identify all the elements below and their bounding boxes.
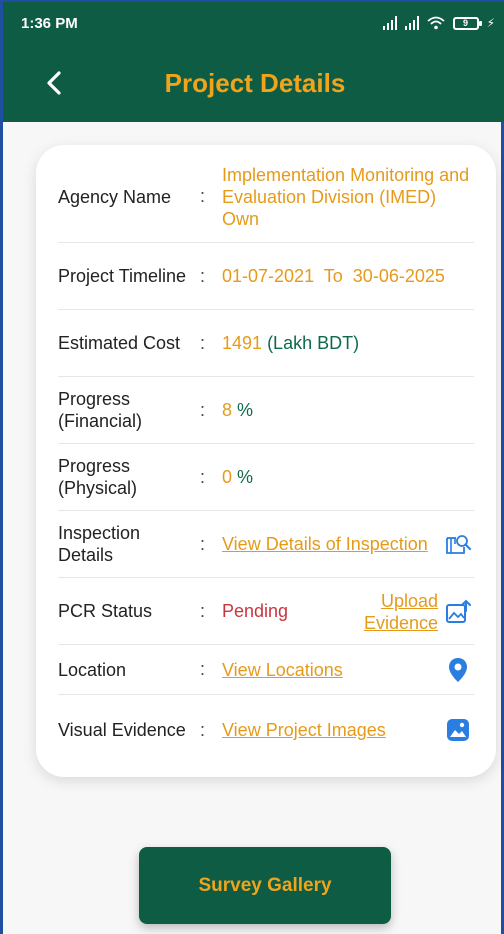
location-value: View Locations (222, 659, 474, 681)
app-bar: Project Details (3, 44, 504, 122)
financial-row: Progress (Financial) : 8 % (58, 377, 474, 444)
financial-amount: 8 (222, 400, 233, 420)
physical-amount: 0 (222, 467, 233, 487)
status-icons: 9 ⚡ (382, 16, 495, 30)
chevron-left-icon (47, 71, 61, 95)
physical-row: Progress (Physical) : 0 % (58, 444, 474, 511)
image-upload-icon (446, 599, 471, 623)
upload-icon[interactable] (444, 598, 472, 626)
physical-label: Progress (Physical) (58, 456, 138, 498)
map-pin-icon (449, 657, 467, 682)
colon: : (200, 659, 206, 679)
view-locations-link[interactable]: View Locations (222, 660, 343, 680)
colon: : (200, 466, 206, 487)
cost-amount: 1491 (222, 333, 263, 353)
visual-label: Visual Evidence (58, 720, 186, 740)
wifi-icon (426, 16, 445, 30)
inspection-row: Inspection Details : View Details of Ins… (58, 511, 474, 578)
location-pin-icon[interactable] (444, 656, 472, 684)
pcr-label: PCR Status (58, 601, 153, 621)
timeline-start: 01-07-2021 (222, 266, 315, 286)
colon: : (200, 399, 206, 420)
inspection-value: View Details of Inspection (222, 533, 474, 555)
colon: : (200, 332, 206, 353)
cost-label: Estimated Cost (58, 333, 181, 353)
location-label: Location (58, 659, 127, 680)
financial-unit: % (237, 400, 254, 420)
cost-value: 1491 (Lakh BDT) (222, 332, 474, 354)
view-inspection-link[interactable]: View Details of Inspection (222, 534, 428, 554)
image-icon (447, 719, 469, 741)
status-bar: 1:36 PM 9 ⚡ (3, 2, 504, 44)
pcr-row: PCR Status : Pending Upload Evidence (58, 578, 474, 645)
back-button[interactable] (39, 68, 69, 98)
signal-icon-2 (404, 16, 419, 30)
timeline-row: Project Timeline : 01-07-2021 To 30-06-2… (58, 243, 474, 310)
visual-value: View Project Images (222, 719, 474, 741)
gallery-icon[interactable] (444, 716, 472, 744)
visual-row: Visual Evidence : View Project Images (58, 695, 474, 765)
inspection-icon[interactable] (444, 530, 472, 558)
cost-row: Estimated Cost : 1491 (Lakh BDT) (58, 310, 474, 377)
inspection-label: Inspection Details (58, 523, 141, 565)
physical-value: 0 % (222, 466, 474, 488)
battery-icon: 9 (452, 16, 482, 30)
colon: : (200, 719, 206, 740)
financial-value: 8 % (222, 399, 474, 421)
page-title: Project Details (164, 67, 346, 98)
agency-row: Agency Name : Implementation Monitoring … (58, 145, 474, 243)
timeline-end: 30-06-2025 (352, 266, 445, 286)
image-search-icon (446, 535, 471, 554)
colon: : (200, 533, 206, 554)
details-card: Agency Name : Implementation Monitoring … (36, 145, 496, 777)
physical-unit: % (237, 467, 254, 487)
upload-evidence-link[interactable]: Upload Evidence (354, 590, 438, 634)
location-row: Location : View Locations (58, 645, 474, 695)
cost-unit: (Lakh BDT) (267, 333, 360, 353)
timeline-to: To (323, 266, 343, 286)
financial-label: Progress (Financial) (58, 389, 143, 431)
timeline-label: Project Timeline (58, 266, 187, 286)
signal-icon (382, 16, 397, 30)
battery-level: 9 (463, 17, 469, 28)
agency-value: Implementation Monitoring and Evaluation… (222, 164, 470, 229)
survey-gallery-button[interactable]: Survey Gallery (139, 847, 391, 924)
colon: : (200, 265, 206, 286)
charging-icon: ⚡ (486, 16, 495, 30)
screen: 1:36 PM 9 ⚡ Project Details Agency Name … (0, 0, 504, 934)
colon: : (200, 186, 206, 206)
view-images-link[interactable]: View Project Images (222, 720, 386, 740)
status-time: 1:36 PM (21, 14, 78, 32)
timeline-value: 01-07-2021 To 30-06-2025 (222, 265, 474, 287)
agency-label: Agency Name (58, 186, 172, 207)
colon: : (200, 600, 206, 621)
